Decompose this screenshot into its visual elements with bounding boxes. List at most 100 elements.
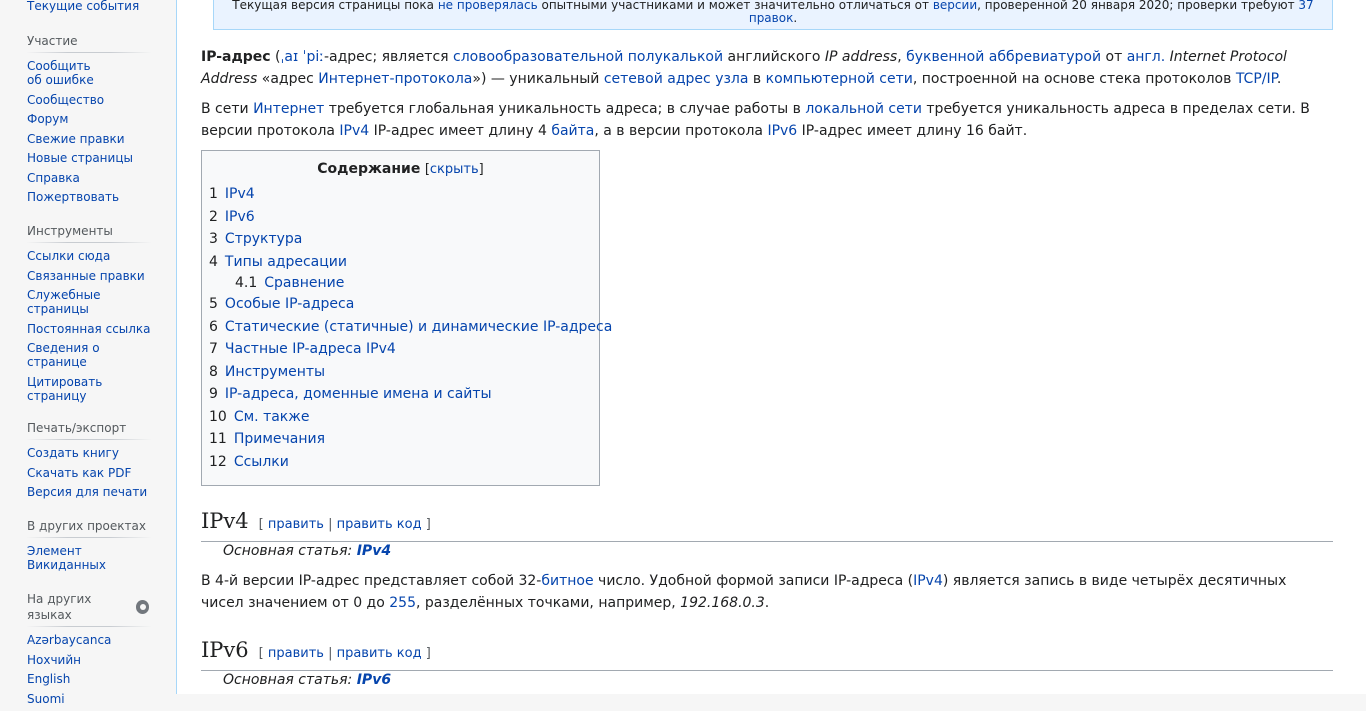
toc-link[interactable]: Типы адресации: [225, 254, 347, 270]
toc-item[interactable]: 6 Статические (статичные) и динамические …: [209, 316, 612, 339]
content: Текущая версия страницы пока не проверял…: [176, 0, 1366, 694]
print-heading: Печать/экспорт: [27, 420, 151, 440]
sidebar-item-participation-1[interactable]: Сообщество: [27, 93, 104, 107]
toc-link[interactable]: IP-адреса, доменные имена и сайты: [225, 386, 492, 402]
lead-text: .: [1276, 71, 1282, 87]
toc-item[interactable]: 11 Примечания: [209, 428, 592, 451]
lead-text: -адрес; является: [323, 49, 454, 65]
toc-title: Содержание: [317, 161, 421, 177]
sidebar-list-item: Постоянная ссылка: [27, 322, 151, 336]
sidebar-item-print-0[interactable]: Создать книгу: [27, 446, 119, 460]
lead-text: английского: [723, 49, 825, 65]
sidebar-item-participation-6[interactable]: Пожертвовать: [27, 190, 119, 204]
toc-item[interactable]: 9 IP-адреса, доменные имена и сайты: [209, 383, 592, 406]
toc-link[interactable]: Сравнение: [264, 275, 344, 291]
hatnote-link-ipv6[interactable]: IPv6: [357, 672, 391, 688]
toc-link[interactable]: IPv6: [225, 209, 255, 225]
projects-portlet: В других проектах Элемент Викиданных: [27, 518, 151, 578]
link-local-network[interactable]: локальной сети: [805, 101, 922, 117]
flagged-text-a: Текущая версия страницы пока: [232, 0, 438, 12]
sidebar-item-participation-4[interactable]: Новые страницы: [27, 151, 133, 165]
lead-link-abbreviation[interactable]: буквенной аббревиатурой: [906, 49, 1101, 65]
sidebar-item-print-2[interactable]: Версия для печати: [27, 485, 147, 499]
sidebar-item-projects-0[interactable]: Элемент Викиданных: [27, 544, 106, 572]
lead-italic: IP address: [824, 49, 898, 65]
toc-item[interactable]: 2 IPv6: [209, 206, 592, 229]
para-text: .: [764, 595, 770, 611]
sidebar-list-item: Сообщество: [27, 93, 151, 107]
toc-item[interactable]: 8 Инструменты: [209, 361, 592, 384]
lead-link-calque[interactable]: словообразовательной полукалькой: [453, 49, 723, 65]
edit-source-link[interactable]: править код: [337, 517, 422, 532]
second-paragraph: В сети Интернет требуется глобальная уни…: [201, 98, 1333, 142]
para-text: , а в версии протокола: [594, 123, 768, 139]
flagged-link-version[interactable]: версии: [933, 0, 977, 12]
sidebar-list-item: Скачать как PDF: [27, 466, 151, 480]
link-byte[interactable]: байта: [551, 123, 594, 139]
sidebar-item-participation-3[interactable]: Свежие правки: [27, 132, 125, 146]
ipa-link[interactable]: ˌaɪ ˈpiː: [281, 49, 324, 65]
sidebar-item-current-events[interactable]: Текущие события: [27, 0, 139, 13]
para-text: , разделённых точками, например,: [415, 595, 681, 611]
hatnote-link-ipv4[interactable]: IPv4: [357, 543, 391, 559]
sidebar-item-tools-3[interactable]: Постоянная ссылка: [27, 322, 151, 336]
sidebar-item-participation-0[interactable]: Сообщить об ошибке: [27, 59, 94, 87]
link-ipv4[interactable]: IPv4: [339, 123, 369, 139]
edit-link[interactable]: править: [268, 646, 324, 661]
sidebar-list-item: Форум: [27, 112, 151, 126]
sidebar-item-tools-0[interactable]: Ссылки сюда: [27, 249, 110, 263]
sidebar-item-print-1[interactable]: Скачать как PDF: [27, 466, 131, 480]
link-ipv6[interactable]: IPv6: [767, 123, 797, 139]
toc-title-row: Содержание [скрыть]: [209, 158, 592, 181]
edit-link[interactable]: править: [268, 517, 324, 532]
link-255[interactable]: 255: [389, 595, 416, 611]
sidebar-item-tools-2[interactable]: Служебные страницы: [27, 288, 100, 316]
sidebar-item-participation-2[interactable]: Форум: [27, 112, 68, 126]
toc-item[interactable]: 5 Особые IP-адреса: [209, 293, 592, 316]
sidebar-list-item: Ссылки сюда: [27, 249, 151, 263]
sidebar-item-participation-5[interactable]: Справка: [27, 171, 80, 185]
toc-link[interactable]: Инструменты: [225, 364, 325, 380]
edit-source-link[interactable]: править код: [337, 646, 422, 661]
toc-link[interactable]: Статические (статичные) и динамические I…: [225, 319, 612, 335]
gear-icon[interactable]: [135, 600, 149, 614]
toc-link[interactable]: См. также: [234, 409, 310, 425]
toc-toggle-button[interactable]: скрыть: [430, 162, 479, 177]
toc-link[interactable]: Особые IP-адреса: [225, 296, 354, 312]
sidebar-list-item: Свежие правки: [27, 132, 151, 146]
section-title: IPv6: [201, 638, 249, 662]
toc-link[interactable]: Частные IP-адреса IPv4: [225, 341, 396, 357]
sidebar-item-language-2[interactable]: English: [27, 672, 70, 686]
lead-link-english[interactable]: англ.: [1127, 49, 1166, 65]
toc-item[interactable]: 4.1 Сравнение: [209, 273, 592, 293]
toc-item[interactable]: 10 См. также: [209, 406, 592, 429]
toc-link[interactable]: Структура: [225, 231, 302, 247]
sidebar-item-language-0[interactable]: Azərbaycanca: [27, 633, 111, 647]
toc-item[interactable]: 12 Ссылки: [209, 451, 592, 474]
flagged-link-unchecked[interactable]: не проверялась: [438, 0, 538, 12]
lead-link-computer-network[interactable]: компьютерной сети: [766, 71, 913, 87]
sidebar-item-tools-1[interactable]: Связанные правки: [27, 269, 145, 283]
toc-number: 3: [209, 231, 218, 247]
section-heading-ipv4: IPv4 [ править | править код ]: [201, 506, 1333, 542]
toc-number: 7: [209, 341, 218, 357]
toc-item[interactable]: 4 Типы адресации: [209, 251, 592, 274]
toc-link[interactable]: IPv4: [225, 186, 255, 202]
toc-item[interactable]: 3 Структура: [209, 228, 592, 251]
toc-link[interactable]: Ссылки: [234, 454, 289, 470]
sidebar-list-item: Служебные страницы: [27, 288, 151, 316]
sidebar-item-tools-4[interactable]: Сведения о странице: [27, 341, 100, 369]
link-internet[interactable]: Интернет: [253, 101, 324, 117]
link-bit[interactable]: битное: [541, 573, 593, 589]
lead-link-internet-protocol[interactable]: Интернет-протокола: [318, 71, 472, 87]
lead-link-tcpip[interactable]: TCP/IP: [1236, 71, 1277, 87]
sidebar-item-language-1[interactable]: Нохчийн: [27, 653, 81, 667]
link-ipv4-inline[interactable]: IPv4: [913, 573, 943, 589]
para-text: IP-адрес имеет длину 16 байт.: [797, 123, 1028, 139]
lead-link-network-address[interactable]: сетевой адрес узла: [604, 71, 749, 87]
lead-text: «адрес: [257, 71, 319, 87]
toc-item[interactable]: 1 IPv4: [209, 183, 592, 206]
toc-link[interactable]: Примечания: [234, 431, 325, 447]
sidebar-item-tools-5[interactable]: Цитировать страницу: [27, 375, 102, 403]
toc-item[interactable]: 7 Частные IP-адреса IPv4: [209, 338, 592, 361]
